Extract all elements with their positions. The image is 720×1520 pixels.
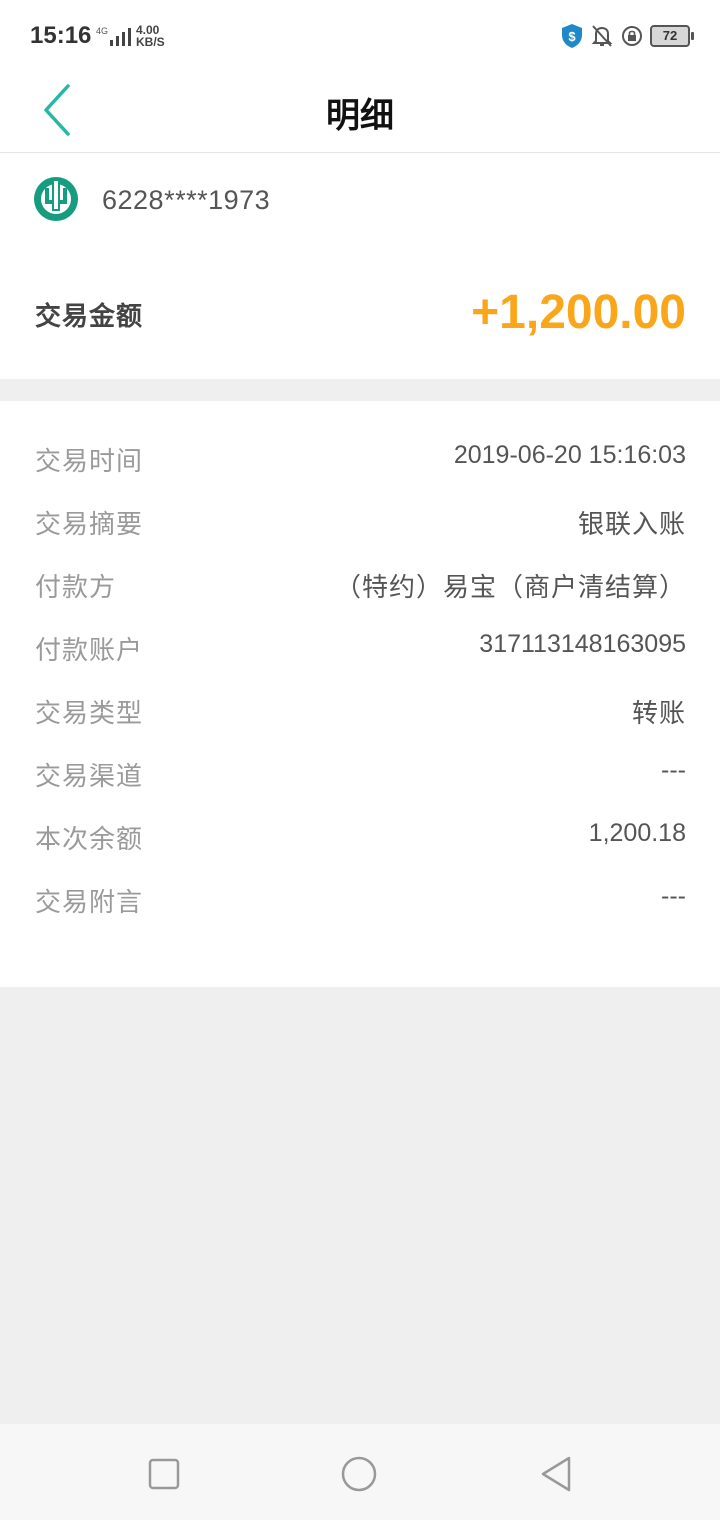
detail-label: 交易类型 — [35, 699, 144, 729]
detail-value: --- — [661, 756, 686, 784]
detail-value: 1,200.18 — [588, 819, 686, 847]
square-icon — [148, 1458, 180, 1490]
status-time: 15:16 — [30, 22, 92, 49]
network-type: 4G — [96, 26, 109, 36]
abc-bank-logo — [34, 177, 78, 221]
detail-label: 本次余额 — [35, 825, 144, 855]
transaction-summary: 6228****1973 交易金额 +1,200.00 — [0, 153, 720, 379]
detail-row-summary: 交易摘要 银联入账 — [0, 498, 720, 544]
status-icons: $ 72 — [560, 22, 694, 50]
detail-row-time: 交易时间 2019-06-20 15:16:03 — [0, 435, 720, 481]
amount-value: +1,200.00 — [471, 286, 686, 339]
detail-row-channel: 交易渠道 --- — [0, 750, 720, 796]
system-navigation-bar — [0, 1424, 720, 1520]
transaction-details: 交易时间 2019-06-20 15:16:03 交易摘要 银联入账 付款方 （… — [0, 401, 720, 987]
detail-label: 交易时间 — [35, 447, 144, 477]
detail-label: 交易摘要 — [35, 510, 144, 540]
detail-row-payer-account: 付款账户 317113148163095 — [0, 624, 720, 670]
detail-value: 317113148163095 — [479, 630, 686, 658]
detail-row-payer: 付款方 （特约）易宝（商户清结算） — [0, 561, 720, 607]
speed-unit: KB/S — [136, 35, 165, 49]
detail-label: 交易渠道 — [35, 762, 144, 792]
page-title: 明细 — [326, 96, 394, 136]
detail-row-type: 交易类型 转账 — [0, 687, 720, 733]
rotation-lock-icon — [622, 26, 642, 46]
detail-row-remark: 交易附言 --- — [0, 876, 720, 922]
triangle-back-icon — [541, 1456, 571, 1492]
header: 明细 — [0, 72, 720, 153]
detail-label: 付款方 — [35, 573, 117, 603]
battery-icon: 72 — [650, 25, 694, 47]
circle-icon — [341, 1456, 377, 1492]
svg-text:$: $ — [568, 29, 576, 44]
bell-muted-icon — [591, 25, 613, 47]
card-number: 6228****1973 — [102, 185, 271, 215]
detail-row-balance: 本次余额 1,200.18 — [0, 813, 720, 859]
network-speed: 4.00 KB/S — [136, 24, 165, 48]
detail-label: 付款账户 — [35, 636, 144, 666]
signal-icon — [110, 28, 131, 46]
detail-value: --- — [661, 882, 686, 910]
detail-value: 2019-06-20 15:16:03 — [453, 441, 686, 469]
shield-icon: $ — [562, 24, 582, 48]
detail-value: 转账 — [631, 699, 686, 729]
home-button[interactable] — [339, 1454, 379, 1494]
recents-button[interactable] — [144, 1454, 184, 1494]
status-bar: 15:16 4G 4.00 KB/S $ 72 — [0, 0, 720, 72]
detail-label: 交易附言 — [35, 888, 144, 918]
detail-value: 银联入账 — [577, 510, 686, 540]
amount-label: 交易金额 — [35, 302, 144, 332]
back-nav-button[interactable] — [536, 1454, 576, 1494]
detail-value: （特约）易宝（商户清结算） — [334, 573, 686, 603]
